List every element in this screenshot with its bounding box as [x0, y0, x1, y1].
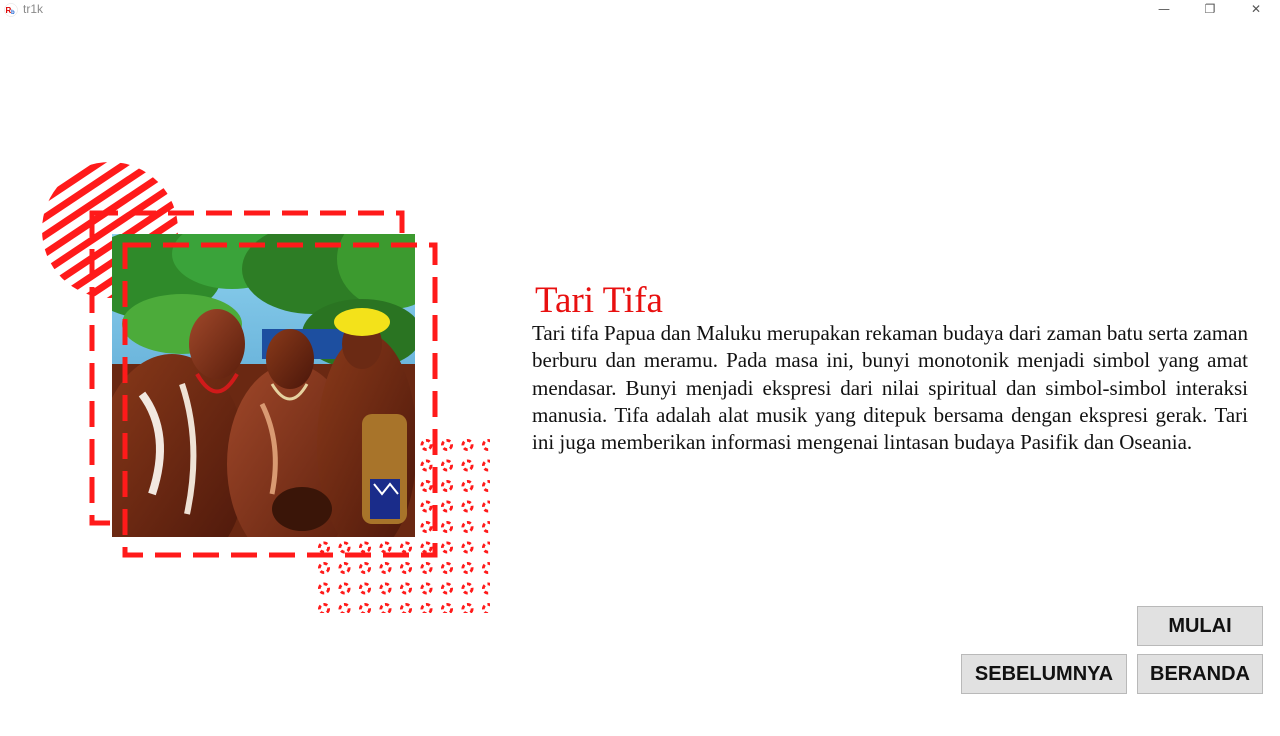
description-text: Tari tifa Papua dan Maluku merupakan rek… [532, 321, 1248, 455]
minimize-button[interactable]: — [1141, 0, 1187, 20]
previous-button[interactable]: SEBELUMNYA [961, 654, 1127, 694]
close-button[interactable]: ✕ [1233, 0, 1279, 20]
home-button[interactable]: BERANDA [1137, 654, 1263, 694]
decorative-graphic [0, 0, 520, 640]
decoration-front-svg [122, 242, 438, 558]
dashed-frame-front [122, 242, 438, 558]
maximize-button[interactable]: ❐ [1187, 0, 1233, 20]
page-title: Tari Tifa [535, 280, 663, 321]
app-window: R b tr1k — ❐ ✕ Tari Tifa Tari tifa Papua… [0, 0, 1280, 736]
start-button[interactable]: MULAI [1137, 606, 1263, 646]
